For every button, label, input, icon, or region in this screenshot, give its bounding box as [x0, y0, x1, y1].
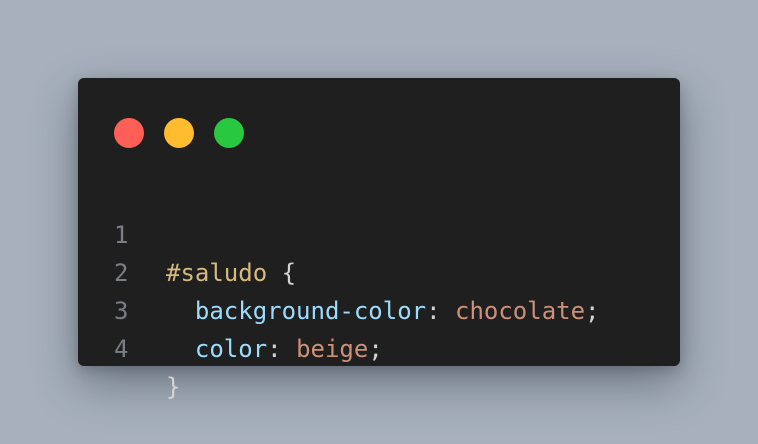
open-brace: { — [267, 259, 297, 287]
colon: : — [267, 335, 297, 363]
code-line-2: 2 background-color: chocolate; — [78, 216, 600, 325]
semicolon: ; — [368, 335, 383, 363]
css-selector: #saludo — [166, 259, 268, 287]
semicolon: ; — [585, 297, 600, 325]
code-window: 1 #saludo { 2 background-color: chocolat… — [78, 78, 680, 401]
close-brace: } — [166, 373, 181, 401]
maximize-dot-icon[interactable] — [214, 118, 244, 148]
close-dot-icon[interactable] — [114, 118, 144, 148]
minimize-dot-icon[interactable] — [164, 118, 194, 148]
css-value: beige — [296, 335, 369, 363]
code-line-1: 1 #saludo { — [78, 178, 296, 287]
code-line-4: 4 } — [78, 292, 180, 401]
line-number: 4 — [114, 335, 129, 363]
css-value: chocolate — [455, 297, 586, 325]
css-property: color — [194, 335, 268, 363]
css-property: background-color — [194, 297, 427, 325]
colon: : — [426, 297, 455, 325]
code-line-3: 3 color: beige; — [78, 254, 383, 363]
